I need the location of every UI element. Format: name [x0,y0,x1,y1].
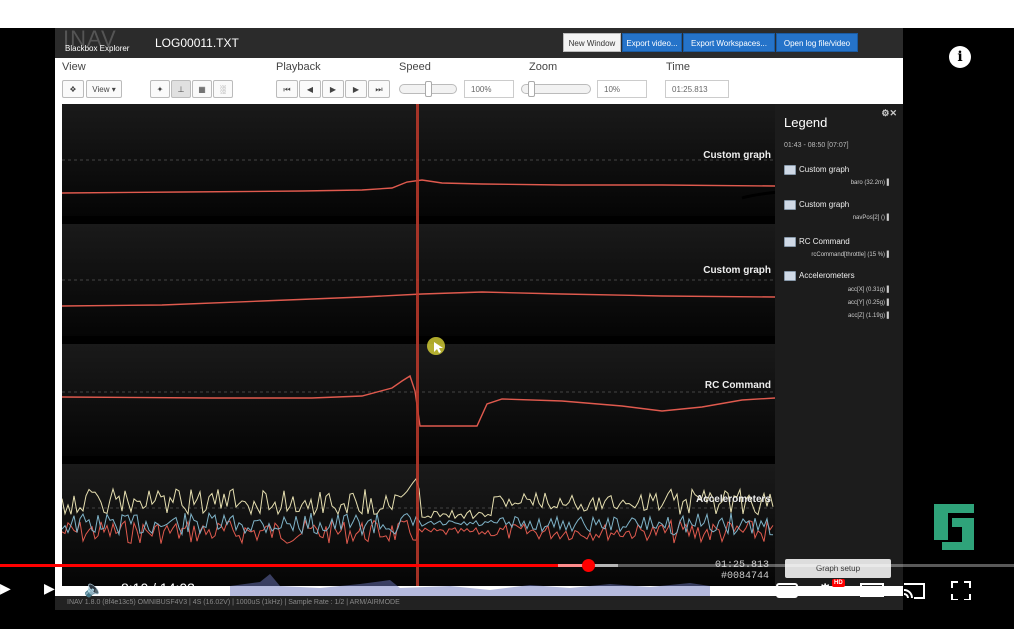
zoom-value[interactable]: 10% [597,80,647,98]
speed-label: Speed [399,61,431,73]
speed-slider-handle[interactable] [424,81,432,97]
bar-chart-icon: ▌ [886,252,891,258]
folder-icon [784,237,796,247]
legend-close-icon[interactable]: ⚙✕ [881,108,897,119]
next-video-icon[interactable]: ▶| [44,580,58,597]
legend-group-custom-2[interactable]: Custom graph [784,200,849,210]
readout-frame: #0084744 [720,571,769,582]
status-bar: INAV 1.8.0 (8f4e13c5) OMNIBUSF4V3 | 4S (… [55,596,903,610]
plane-icon: ✦ [156,85,164,94]
legend-group-label: Custom graph [799,200,850,210]
new-window-button[interactable]: New Window [563,33,621,52]
folder-icon [784,271,796,281]
toolbar: View ❖ View ▾ ✦ ⊥ ▦ ░ Playback ⏮ ◀ ▶ ▶ ⏭… [55,58,903,104]
export-video-button[interactable]: Export video... [622,33,682,52]
play-button[interactable]: ▶ [322,80,344,98]
playback-label: Playback [276,61,321,73]
legend-group-custom-1[interactable]: Custom graph [784,165,849,175]
legend-field[interactable]: baro (32.2m) ▌ [783,178,893,189]
graph-title-custom-1: Custom graph [703,150,771,161]
info-icon[interactable]: i [949,46,971,68]
analyser-view-button[interactable]: ░ [213,80,233,98]
legend-field-label: baro (32.2m) [850,180,886,186]
bar-chart-icon: ▌ [886,300,891,306]
open-log-button[interactable]: Open log file/video [776,33,858,52]
legend-range: 01:43 - 08:50 [07:07] [784,142,849,149]
step-forward-button[interactable]: ▶ [345,80,367,98]
volume-icon[interactable]: 🔈 [84,579,104,599]
bar-chart-icon: ▌ [886,215,891,221]
legend-title: Legend [784,115,828,130]
step-back-button[interactable]: ◀ [299,80,321,98]
step-back-icon: ◀ [306,85,314,94]
bar-chart-icon: ▌ [886,313,891,319]
zoom-slider-handle[interactable] [528,81,536,97]
graph-setup-button[interactable]: Graph setup [785,559,891,578]
craft-icon: ⊥ [177,85,185,94]
speed-slider[interactable] [399,81,457,97]
fullscreen-icon[interactable] [950,580,972,600]
info-circle-icon: ❖ [69,85,77,94]
view-dropdown[interactable]: View ▾ [86,80,122,98]
channel-watermark-logo [934,504,974,550]
legend-field[interactable]: acc[Z] (1.19g) ▌ [783,311,893,322]
cast-icon[interactable] [902,580,926,600]
graph-title-custom-2: Custom graph [703,265,771,276]
legend-field-label: rcCommand[throttle] (15 %) [811,252,886,258]
time-label: Time [666,61,691,73]
legend-field-label: acc[Y] (0.25g) [847,300,886,306]
legend-group-rc-command[interactable]: RC Command [784,237,850,247]
legend-group-label: Accelerometers [799,271,855,281]
play-pause-icon[interactable]: ▶ [0,580,11,597]
brand-name: Blackbox Explorer [65,44,130,53]
log-filename: LOG00011.TXT [155,36,239,50]
settings-gear-icon[interactable]: ⚙ [818,580,832,600]
bar-chart-icon: ▌ [886,287,891,293]
export-workspaces-button[interactable]: Export Workspaces... [683,33,775,52]
captions-icon[interactable]: CC [776,583,798,598]
legend-panel: ⚙✕ Legend 01:43 - 08:50 [07:07] Custom g… [775,104,903,586]
step-forward-icon: ▶ [352,85,360,94]
craft-view-button[interactable]: ⊥ [171,80,191,98]
blackbox-explorer-window: INAV Blackbox Explorer LOG00011.TXT New … [55,28,903,610]
folder-icon [784,165,796,175]
legend-group-accelerometers[interactable]: Accelerometers [784,271,855,281]
legend-field-label: acc[Z] (1.19g) [848,313,886,319]
bar-chart-icon: ░ [220,85,226,94]
play-icon: ▶ [329,85,337,94]
legend-field[interactable]: rcCommand[throttle] (15 %) ▌ [783,250,893,261]
folder-icon [784,200,796,210]
view-label: View [62,61,86,73]
theater-mode-icon[interactable] [860,583,884,597]
zoom-label: Zoom [529,61,558,73]
pilot-view-button[interactable]: ✦ [150,80,170,98]
info-button[interactable]: ❖ [62,80,84,98]
legend-field[interactable]: acc[X] (0.31g) ▌ [783,285,893,296]
time-value[interactable]: 01:25.813 [665,80,729,98]
legend-field-label: acc[X] (0.31g) [847,287,886,293]
jump-end-button[interactable]: ⏭ [368,80,390,98]
jump-start-button[interactable]: ⏮ [276,80,298,98]
graph-title-accelerometers: Accelerometers [695,494,771,505]
legend-group-label: Custom graph [799,165,850,175]
skip-start-icon: ⏮ [283,85,291,94]
legend-field-label: navPos[2] () [852,215,886,221]
page-top-strip [0,0,1014,28]
graph-title-rc-command: RC Command [704,380,771,391]
title-bar: INAV Blackbox Explorer LOG00011.TXT New … [55,28,903,58]
video-time: 8:10 / 14:03 [121,580,195,596]
bar-chart-icon: ▌ [886,180,891,186]
table-icon: ▦ [198,85,206,94]
legend-field[interactable]: navPos[2] () ▌ [783,213,893,224]
legend-group-label: RC Command [799,237,850,247]
hd-badge: HD [832,579,845,587]
graph-canvas[interactable]: Custom graph Custom graph RC Command Acc… [62,104,775,586]
speed-value[interactable]: 100% [464,80,514,98]
table-view-button[interactable]: ▦ [192,80,212,98]
legend-field[interactable]: acc[Y] (0.25g) ▌ [783,298,893,309]
graph-traces [62,104,775,586]
storyboard-waveform [230,574,710,596]
zoom-slider[interactable] [521,81,591,97]
skip-end-icon: ⏭ [375,85,383,94]
